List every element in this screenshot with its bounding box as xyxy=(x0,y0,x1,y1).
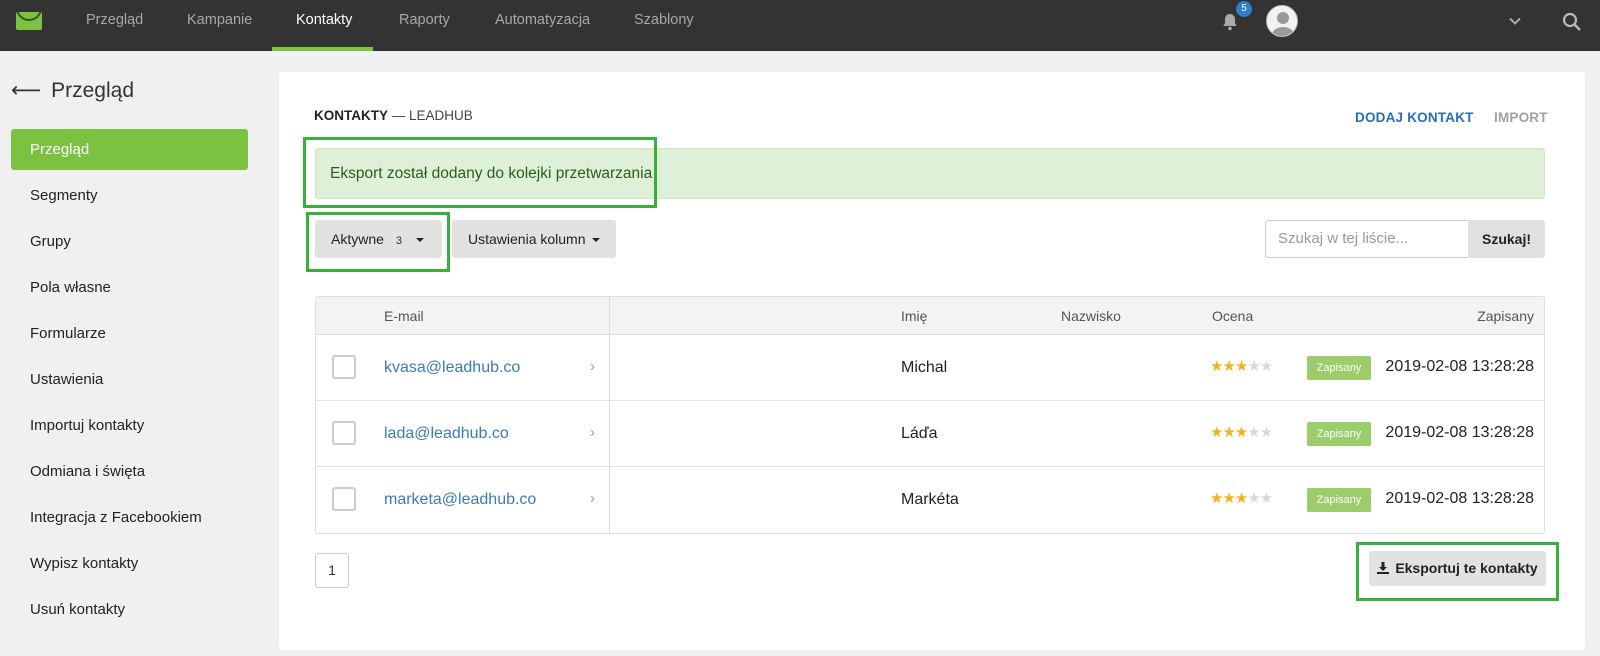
contact-first-name: Markéta xyxy=(901,491,959,508)
caret-down-icon xyxy=(416,238,425,243)
sidebar-item-importuj-kontakty[interactable]: Importuj kontakty xyxy=(11,405,248,446)
nav-kampanie[interactable]: Kampanie xyxy=(187,0,252,51)
add-contact-link[interactable]: DODAJ KONTAKT xyxy=(1355,110,1474,125)
breadcrumb-separator: — xyxy=(391,108,406,123)
contact-email-link[interactable]: marketa@leadhub.co xyxy=(384,467,536,533)
chevron-down-icon[interactable] xyxy=(1508,14,1522,28)
avatar[interactable] xyxy=(1266,5,1298,37)
header-email[interactable]: E-mail xyxy=(384,297,424,335)
back-link-label: Przegląd xyxy=(51,79,134,102)
back-link[interactable]: ⟵ Przegląd xyxy=(11,78,134,103)
rating-stars[interactable]: ★★★★★ xyxy=(1210,423,1273,443)
header-last-name[interactable]: Nazwisko xyxy=(1061,297,1121,335)
chevron-right-icon[interactable]: › xyxy=(590,424,595,441)
status-badge: Zapisany xyxy=(1307,488,1371,512)
nav-automatyzacja[interactable]: Automatyzacja xyxy=(495,0,590,51)
breadcrumb-section[interactable]: KONTAKTY xyxy=(314,108,388,123)
table-row[interactable]: kvasa@leadhub.co › Michal ★★★★★ Zapisany… xyxy=(316,335,1544,401)
sidebar-item-segmenty[interactable]: Segmenty xyxy=(11,175,248,216)
pagination-page-1[interactable]: 1 xyxy=(315,553,349,588)
header-rating[interactable]: Ocena xyxy=(1212,297,1253,335)
nav-szablony[interactable]: Szablony xyxy=(634,0,694,51)
status-filter-dropdown[interactable]: Aktywne 3 xyxy=(315,220,442,258)
contact-email-link[interactable]: kvasa@leadhub.co xyxy=(384,335,520,401)
export-contacts-label: Eksportuj te kontakty xyxy=(1395,560,1538,576)
list-search-button[interactable]: Szukaj! xyxy=(1468,220,1545,258)
header-first-name[interactable]: Imię xyxy=(901,297,927,335)
status-badge: Zapisany xyxy=(1307,422,1371,446)
row-checkbox[interactable] xyxy=(332,487,356,511)
table-row[interactable]: marketa@leadhub.co › Markéta ★★★★★ Zapis… xyxy=(316,467,1544,533)
sidebar-item-usun-kontakty[interactable]: Usuń kontakty xyxy=(11,589,248,630)
row-checkbox[interactable] xyxy=(332,421,356,445)
table-header: E-mail Imię Nazwisko Ocena Zapisany xyxy=(316,297,1544,335)
status-filter-count: 3 xyxy=(395,235,403,247)
sidebar-item-odmiana-i-swieta[interactable]: Odmiana i święta xyxy=(11,451,248,492)
subscribed-date: 2019-02-08 13:28:28 xyxy=(1385,490,1534,507)
column-divider xyxy=(609,297,610,533)
rating-stars[interactable]: ★★★★★ xyxy=(1210,489,1273,509)
import-link[interactable]: IMPORT xyxy=(1494,110,1548,125)
sidebar-item-grupy[interactable]: Grupy xyxy=(11,221,248,262)
breadcrumb: KONTAKTY — LEADHUB xyxy=(314,108,473,123)
row-checkbox[interactable] xyxy=(332,355,356,379)
chevron-right-icon[interactable]: › xyxy=(590,490,595,507)
export-contacts-button[interactable]: Eksportuj te kontakty xyxy=(1369,551,1546,586)
subscribed-date: 2019-02-08 13:28:28 xyxy=(1385,358,1534,375)
sidebar-item-wypisz-kontakty[interactable]: Wypisz kontakty xyxy=(11,543,248,584)
list-search-input[interactable]: Szukaj w tej liście... xyxy=(1265,220,1469,258)
download-icon xyxy=(1377,562,1390,574)
status-filter-label: Aktywne xyxy=(331,231,384,247)
subscribed-date: 2019-02-08 13:28:28 xyxy=(1385,424,1534,441)
top-navbar: Przegląd Kampanie Kontakty Raporty Autom… xyxy=(0,0,1600,51)
chevron-right-icon[interactable]: › xyxy=(590,358,595,375)
bell-icon[interactable] xyxy=(1222,13,1238,31)
nav-kontakty[interactable]: Kontakty xyxy=(296,0,352,51)
contact-first-name: Michal xyxy=(901,359,948,376)
header-status[interactable]: Zapisany xyxy=(1477,297,1534,335)
notification-badge: 5 xyxy=(1236,1,1252,17)
status-badge: Zapisany xyxy=(1307,356,1371,380)
contact-first-name: Láďa xyxy=(901,425,938,442)
sidebar-item-przeglad[interactable]: Przegląd xyxy=(11,129,248,170)
active-nav-indicator xyxy=(272,47,373,51)
sidebar-item-formularze[interactable]: Formularze xyxy=(11,313,248,354)
search-icon[interactable] xyxy=(1562,12,1582,32)
table-row[interactable]: lada@leadhub.co › Láďa ★★★★★ Zapisany 20… xyxy=(316,401,1544,467)
sidebar-item-ustawienia[interactable]: Ustawienia xyxy=(11,359,248,400)
nav-przeglad[interactable]: Przegląd xyxy=(86,0,143,51)
caret-down-icon xyxy=(591,238,600,243)
sidebar-item-pola-wlasne[interactable]: Pola własne xyxy=(11,267,248,308)
contacts-table: E-mail Imię Nazwisko Ocena Zapisany kvas… xyxy=(315,296,1545,534)
column-settings-label: Ustawienia kolumn xyxy=(468,231,586,247)
arrow-left-icon: ⟵ xyxy=(11,79,42,102)
contact-email-link[interactable]: lada@leadhub.co xyxy=(384,401,509,467)
nav-raporty[interactable]: Raporty xyxy=(399,0,450,51)
user-silhouette-icon xyxy=(1271,12,1295,36)
rating-stars[interactable]: ★★★★★ xyxy=(1210,357,1273,377)
success-alert: Eksport został dodany do kolejki przetwa… xyxy=(315,148,1545,199)
sidebar-item-integracja-facebook[interactable]: Integracja z Facebookiem xyxy=(11,497,248,538)
column-settings-dropdown[interactable]: Ustawienia kolumn xyxy=(452,220,616,258)
breadcrumb-list: LEADHUB xyxy=(409,108,473,123)
envelope-logo-icon[interactable] xyxy=(16,12,42,30)
